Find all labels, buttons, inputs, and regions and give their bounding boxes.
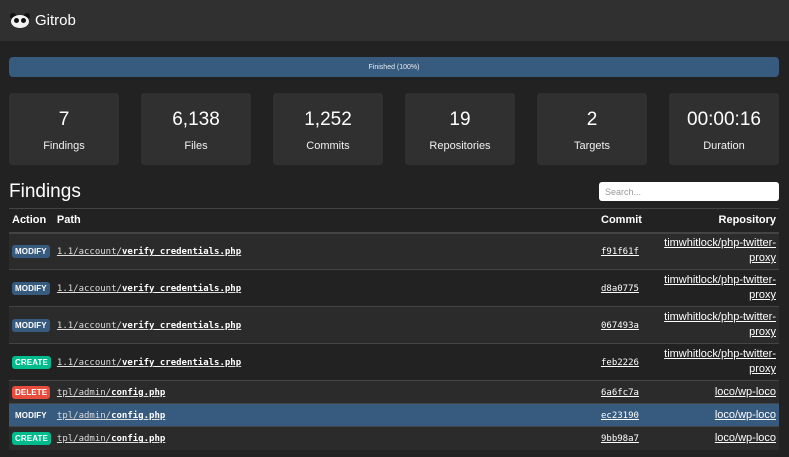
repository-link[interactable]: timwhitlock/php-twitter-proxy — [662, 347, 776, 377]
action-badge: CREATE — [12, 431, 51, 445]
table-row[interactable]: MODIFY 1.1/account/verify_credentials.ph… — [9, 269, 779, 307]
action-badge: MODIFY — [12, 408, 50, 422]
path-file: verify_credentials.php — [121, 358, 242, 368]
progress-bar: Finished (100%) — [9, 57, 779, 77]
stat-repositories: 19 Repositories — [405, 93, 515, 165]
path-link[interactable]: tpl/admin/config.php — [57, 434, 165, 444]
table-row[interactable]: DELETE tpl/admin/config.php 6a6fc7a loco… — [9, 380, 779, 404]
path-prefix: 1.1/account/ — [56, 321, 122, 331]
path-link[interactable]: tpl/admin/config.php — [57, 388, 165, 398]
repository-link[interactable]: timwhitlock/php-twitter-proxy — [662, 310, 776, 340]
stat-duration: 00:00:16 Duration — [669, 93, 779, 165]
search-input[interactable] — [599, 182, 779, 201]
action-badge: MODIFY — [12, 281, 50, 295]
path-link[interactable]: 1.1/account/verify_credentials.php — [57, 284, 241, 294]
findings-table: Action Path Commit Repository MODIFY 1.1… — [9, 208, 779, 450]
path-link[interactable]: 1.1/account/verify_credentials.php — [57, 247, 241, 257]
path-prefix: tpl/admin/ — [56, 388, 112, 398]
progress-text: Finished (100%) — [368, 63, 420, 71]
path-file: config.php — [111, 411, 166, 421]
path-link[interactable]: 1.1/account/verify_credentials.php — [57, 358, 241, 368]
path-prefix: tpl/admin/ — [56, 411, 112, 421]
stat-value: 19 — [449, 109, 471, 130]
commit-link[interactable]: d8a0775 — [601, 284, 639, 294]
action-badge: MODIFY — [12, 244, 50, 258]
repository-link[interactable]: timwhitlock/php-twitter-proxy — [662, 273, 776, 303]
stat-value: 7 — [58, 109, 70, 130]
path-file: verify_credentials.php — [121, 284, 242, 294]
commit-link[interactable]: 6a6fc7a — [601, 388, 639, 398]
column-header-repository[interactable]: Repository — [659, 208, 779, 234]
path-file: verify_credentials.php — [121, 247, 242, 258]
repository-link[interactable]: timwhitlock/php-twitter-proxy — [662, 236, 776, 266]
path-prefix: tpl/admin/ — [56, 434, 112, 445]
path-file: config.php — [111, 388, 166, 398]
commit-link[interactable]: f91f61f — [601, 247, 639, 257]
path-prefix: 1.1/account/ — [56, 247, 122, 258]
panda-logo-icon[interactable] — [9, 12, 31, 29]
stat-findings: 7 Findings — [9, 93, 119, 165]
stat-value: 2 — [586, 109, 598, 130]
path-link[interactable]: tpl/admin/config.php — [57, 411, 165, 421]
stat-value: 1,252 — [304, 109, 352, 130]
stat-commits: 1,252 Commits — [273, 93, 383, 165]
stat-label: Files — [184, 140, 208, 152]
stat-label: Targets — [573, 140, 611, 152]
repository-link[interactable]: loco/wp-loco — [662, 385, 776, 400]
stat-targets: 2 Targets — [537, 93, 647, 165]
table-header-row: Action Path Commit Repository — [9, 208, 779, 234]
path-link[interactable]: 1.1/account/verify_credentials.php — [57, 321, 241, 331]
action-badge: MODIFY — [12, 318, 50, 332]
stat-label: Duration — [703, 140, 745, 152]
action-badge: DELETE — [12, 385, 51, 399]
table-row[interactable]: MODIFY 1.1/account/verify_credentials.ph… — [9, 232, 779, 270]
column-header-commit[interactable]: Commit — [601, 208, 659, 234]
repository-link[interactable]: loco/wp-loco — [662, 408, 776, 423]
findings-title: Findings — [9, 181, 81, 202]
path-file: config.php — [111, 434, 166, 445]
stat-label: Commits — [306, 140, 350, 152]
path-prefix: 1.1/account/ — [56, 358, 122, 368]
commit-link[interactable]: feb2226 — [601, 358, 639, 368]
table-row[interactable]: CREATE 1.1/account/verify_credentials.ph… — [9, 343, 779, 381]
repository-link[interactable]: loco/wp-loco — [662, 431, 776, 446]
table-row[interactable]: MODIFY 1.1/account/verify_credentials.ph… — [9, 306, 779, 344]
commit-link[interactable]: 9bb98a7 — [601, 434, 639, 444]
stat-label: Repositories — [429, 140, 491, 152]
navbar: Gitrob — [0, 0, 789, 41]
stat-files: 6,138 Files — [141, 93, 251, 165]
table-row[interactable]: CREATE tpl/admin/config.php 9bb98a7 loco… — [9, 426, 779, 450]
stat-label: Findings — [43, 140, 85, 152]
commit-link[interactable]: 067493a — [601, 321, 639, 331]
column-header-path[interactable]: Path — [53, 208, 601, 234]
brand-name[interactable]: Gitrob — [35, 12, 76, 29]
stat-value: 00:00:16 — [687, 109, 761, 130]
commit-link[interactable]: ec23190 — [601, 411, 639, 421]
path-prefix: 1.1/account/ — [56, 284, 122, 294]
action-badge: CREATE — [12, 355, 51, 369]
stat-value: 6,138 — [172, 109, 220, 130]
path-file: verify_credentials.php — [121, 321, 242, 331]
column-header-action[interactable]: Action — [9, 208, 54, 234]
table-row-selected[interactable]: MODIFY tpl/admin/config.php ec23190 loco… — [9, 403, 779, 427]
